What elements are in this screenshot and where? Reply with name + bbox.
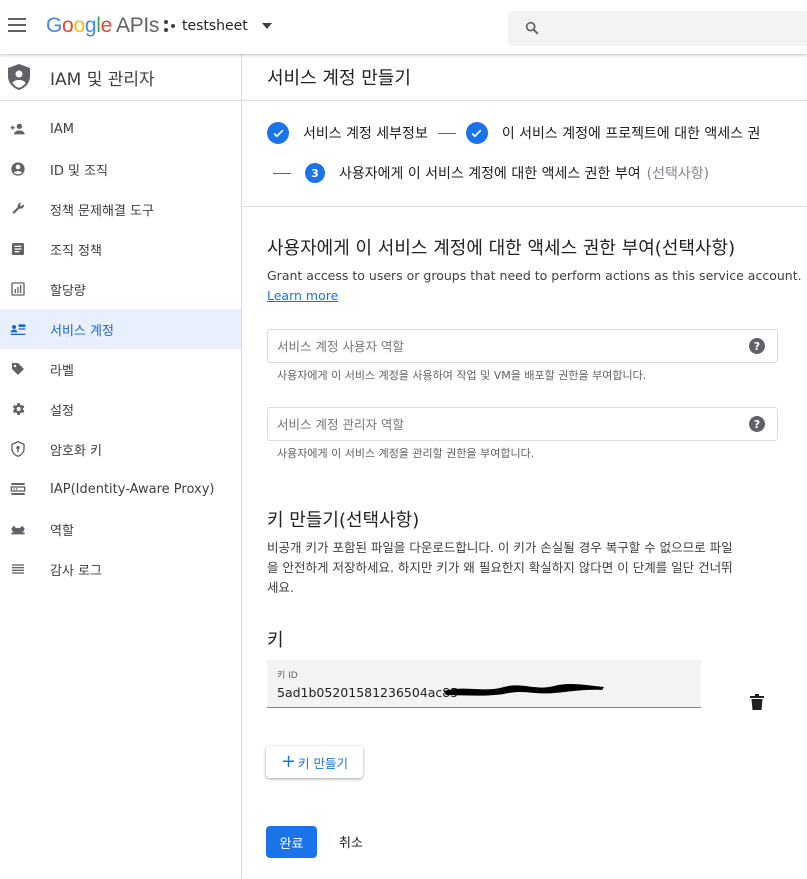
sidebar: IAM 및 관리자 IAM ID 및 조직 정책 문제해결 도구 조직 정책 할… [0, 54, 242, 879]
project-dots-icon [164, 20, 176, 32]
step-dash [437, 132, 456, 134]
done-button[interactable]: 완료 [266, 826, 317, 858]
service-account-user-role-input[interactable] [268, 330, 728, 362]
list-icon [9, 560, 27, 578]
sidebar-item-roles[interactable]: 역할 [0, 509, 241, 549]
help-icon[interactable]: ? [749, 338, 765, 354]
iap-icon [9, 480, 27, 498]
main-content: 서비스 계정 만들기 서비스 계정 세부정보 이 서비스 계정에 프로젝트에 대… [242, 54, 807, 879]
key-section-description: 비공개 키가 포함된 파일을 다운로드합니다. 이 키가 손실될 경우 복구할 … [267, 540, 733, 595]
sidebar-nav: IAM ID 및 조직 정책 문제해결 도구 조직 정책 할당량 서비스 계정 … [0, 101, 241, 589]
caret-down-icon [261, 23, 272, 29]
service-account-icon [9, 320, 27, 338]
project-name: testsheet [182, 18, 248, 34]
step1-check-icon [267, 122, 289, 144]
sidebar-header: IAM 및 관리자 [0, 54, 241, 101]
cancel-button[interactable]: 취소 [339, 832, 363, 851]
sidebar-item-iap[interactable]: IAP(Identity-Aware Proxy) [0, 469, 241, 509]
divider [242, 100, 807, 101]
create-key-button[interactable]: + 키 만들기 [266, 746, 363, 778]
page-title: 서비스 계정 만들기 [267, 68, 411, 89]
user-role-hint: 사용자에게 이 서비스 계정을 사용하여 작업 및 VM을 배포할 권한을 부여… [277, 369, 647, 382]
step1-label[interactable]: 서비스 계정 세부정보 [303, 123, 428, 143]
top-app-bar: Google APIs testsheet [0, 0, 807, 54]
sidebar-item-org-policies[interactable]: 조직 정책 [0, 229, 241, 269]
grant-section-description: Grant access to users or groups that nee… [267, 268, 802, 303]
step3-label: 사용자에게 이 서비스 계정에 대한 액세스 권한 부여 [339, 166, 641, 182]
sidebar-item-labels[interactable]: 라벨 [0, 349, 241, 389]
grant-section-title: 사용자에게 이 서비스 계정에 대한 액세스 권한 부여(선택사항) [267, 238, 736, 259]
step-dash [273, 172, 291, 174]
step2-check-icon [465, 122, 488, 144]
project-selector[interactable]: testsheet [164, 18, 272, 34]
sidebar-item-iam[interactable]: IAM [0, 109, 241, 149]
admin-role-hint: 사용자에게 이 서비스 계정을 관리할 권한을 부여합니다. [277, 447, 535, 460]
gear-icon [9, 400, 27, 418]
sidebar-item-audit-logs[interactable]: 감사 로그 [0, 549, 241, 589]
sidebar-item-cryptographic-keys[interactable]: 암호화 키 [0, 429, 241, 469]
key-section-title: 키 만들기(선택사항) [267, 510, 420, 531]
redaction-scribble [444, 684, 604, 696]
help-icon[interactable]: ? [749, 416, 765, 432]
stepper: 서비스 계정 세부정보 이 서비스 계정에 프로젝트에 대한 액세스 권 3 사… [267, 121, 807, 185]
quota-icon [9, 280, 27, 298]
service-account-admin-role-input[interactable] [268, 408, 728, 440]
step3-number: 3 [305, 163, 325, 183]
document-icon [9, 240, 27, 258]
service-account-admin-role-field[interactable]: ? [267, 407, 778, 441]
iam-shield-icon [7, 63, 31, 91]
search-icon [524, 20, 540, 40]
sidebar-title: IAM 및 관리자 [50, 69, 155, 90]
delete-icon[interactable] [750, 694, 764, 714]
key-id-field: 키 ID 5ad1b05201581236504ac85 [267, 660, 701, 708]
account-circle-icon [9, 160, 27, 178]
sidebar-item-policy-troubleshooter[interactable]: 정책 문제해결 도구 [0, 189, 241, 229]
step3-optional: (선택사항) [646, 166, 710, 182]
sidebar-item-service-accounts[interactable]: 서비스 계정 [0, 309, 241, 349]
key-id-value: 5ad1b05201581236504ac85 [277, 685, 459, 700]
learn-more-link[interactable]: Learn more [267, 288, 338, 303]
person-add-icon [9, 120, 27, 138]
service-account-user-role-field[interactable]: ? [267, 329, 778, 363]
roles-icon [9, 520, 27, 538]
sidebar-item-quotas[interactable]: 할당량 [0, 269, 241, 309]
sidebar-item-identity-org[interactable]: ID 및 조직 [0, 149, 241, 189]
label-icon [9, 360, 27, 378]
search-bar[interactable] [508, 11, 807, 46]
plus-icon: + [280, 751, 297, 772]
menu-icon[interactable] [8, 18, 26, 32]
sidebar-item-settings[interactable]: 설정 [0, 389, 241, 429]
shield-key-icon [9, 440, 27, 458]
google-apis-logo[interactable]: Google APIs [46, 14, 159, 38]
step2-label[interactable]: 이 서비스 계정에 프로젝트에 대한 액세스 권 [502, 123, 761, 143]
divider [242, 206, 807, 207]
key-id-label: 키 ID [277, 671, 298, 681]
key-heading: 키 [267, 630, 284, 651]
wrench-icon [9, 200, 27, 218]
